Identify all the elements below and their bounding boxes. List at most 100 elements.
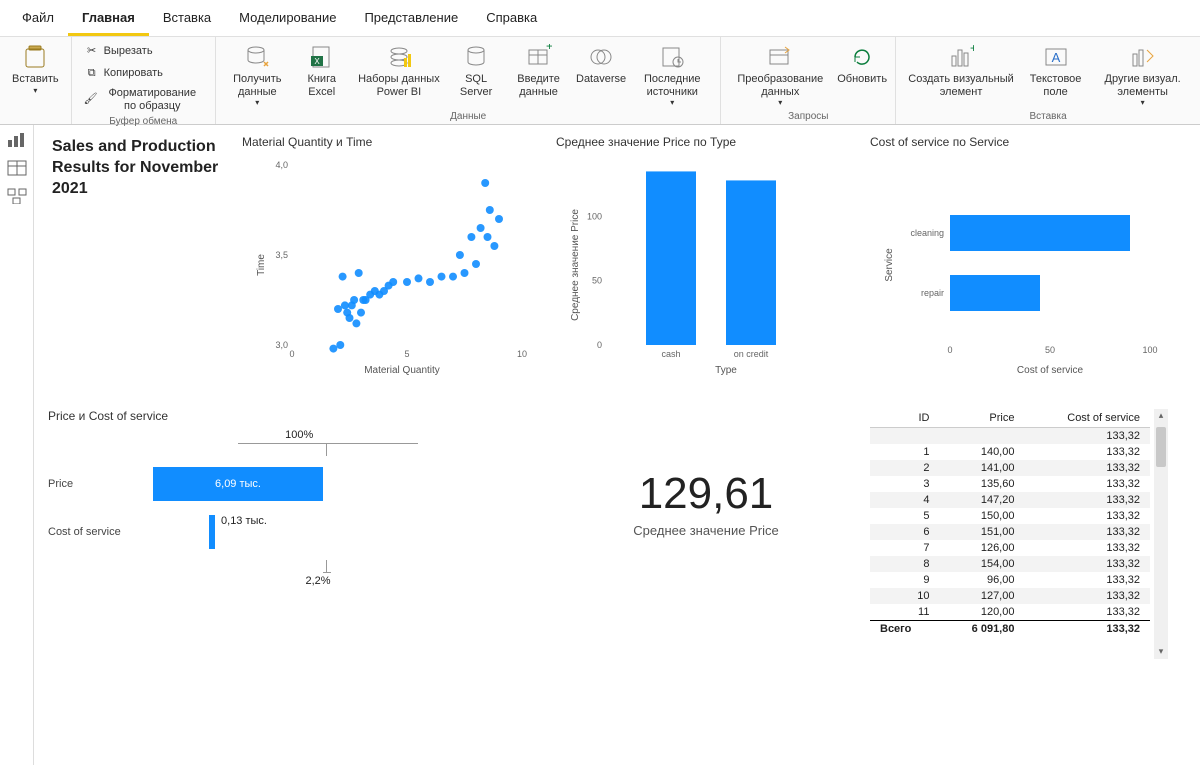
textbox-button[interactable]: A Текстовое поле — [1024, 41, 1087, 100]
new-visual-button[interactable]: + Создать визуальный элемент — [904, 41, 1018, 100]
copy-button[interactable]: ⧉ Копировать — [80, 63, 167, 83]
ribbon: Вставить ▾ ✂ Вырезать ⧉ Копировать 🖌 Фор… — [0, 37, 1200, 125]
funnel-bar-cost — [209, 515, 215, 549]
pbi-datasets-button[interactable]: Наборы данных Power BI — [353, 41, 445, 100]
ribbon-group-queries: Преобразование данных▾ Обновить Запросы — [721, 37, 896, 124]
table-row[interactable]: 11120,00133,32 — [870, 604, 1150, 621]
svg-text:0: 0 — [289, 349, 294, 359]
bar-service-visual[interactable]: Cost of service по Service Service Cost … — [870, 135, 1170, 395]
enter-data-button[interactable]: + Введите данные — [507, 41, 570, 100]
paste-label: Вставить — [12, 73, 59, 86]
scroll-up-icon[interactable]: ▴ — [1159, 409, 1164, 423]
funnel-label: Price — [48, 478, 143, 490]
table-row[interactable]: 1140,00133,32 — [870, 444, 1150, 460]
chart-title: Price и Cost of service — [48, 409, 542, 423]
svg-text:Cost of service: Cost of service — [1017, 365, 1084, 375]
report-view-button[interactable] — [6, 131, 28, 149]
chart-title: Material Quantity и Time — [242, 135, 542, 149]
paste-button[interactable]: Вставить ▾ — [8, 41, 63, 97]
excel-icon: X — [308, 43, 336, 71]
table-row[interactable]: 7126,00133,32 — [870, 540, 1150, 556]
svg-text:repair: repair — [921, 288, 944, 298]
scroll-thumb[interactable] — [1156, 427, 1166, 467]
get-data-button[interactable]: Получить данные▾ — [224, 41, 291, 109]
table-row[interactable]: 10127,00133,32 — [870, 588, 1150, 604]
table-plus-icon: + — [525, 43, 553, 71]
svg-text:Time: Time — [256, 254, 267, 276]
sql-server-button[interactable]: SQL Server — [451, 41, 501, 100]
svg-text:3,0: 3,0 — [275, 340, 288, 350]
table-row[interactable]: 133,32 — [870, 428, 1150, 445]
table-row[interactable]: 2141,00133,32 — [870, 460, 1150, 476]
col-cost[interactable]: Cost of service — [1024, 409, 1150, 428]
funnel-chart: 100% Price 6,09 тыс. Cost of service 0,1… — [48, 429, 542, 587]
recent-icon — [658, 43, 686, 71]
table-row[interactable]: 5150,00133,32 — [870, 508, 1150, 524]
table-scrollbar[interactable]: ▴ ▾ — [1154, 409, 1168, 659]
ribbon-group-insert: + Создать визуальный элемент A Текстовое… — [896, 37, 1200, 124]
bar-service-chart: Service Cost of service 050100cleaningre… — [870, 155, 1170, 375]
tab-modeling[interactable]: Моделирование — [225, 4, 350, 36]
table-row[interactable]: 996,00133,32 — [870, 572, 1150, 588]
svg-text:Material Quantity: Material Quantity — [364, 365, 440, 375]
tab-home[interactable]: Главная — [68, 4, 149, 36]
col-id[interactable]: ID — [870, 409, 939, 428]
page-title: Sales and Production Results for Novembe… — [48, 135, 228, 201]
svg-text:on credit: on credit — [734, 349, 769, 359]
svg-text:100: 100 — [1142, 345, 1157, 355]
dataverse-icon — [587, 43, 615, 71]
table-visual[interactable]: ID Price Cost of service 133,321140,0013… — [870, 409, 1170, 709]
tab-insert[interactable]: Вставка — [149, 4, 225, 36]
svg-text:X: X — [314, 57, 320, 66]
funnel-label: Cost of service — [48, 526, 143, 538]
ribbon-group-label — [8, 120, 63, 122]
sql-icon — [462, 43, 490, 71]
table-row[interactable]: 3135,60133,32 — [870, 476, 1150, 492]
svg-text:Type: Type — [715, 365, 737, 375]
tab-view[interactable]: Представление — [350, 4, 472, 36]
col-price[interactable]: Price — [939, 409, 1024, 428]
recent-sources-button[interactable]: Последние источники▾ — [632, 41, 712, 109]
view-switcher — [0, 125, 34, 765]
svg-text:A: A — [1051, 50, 1060, 65]
ribbon-group-label: Данные — [224, 109, 713, 122]
svg-text:cash: cash — [661, 349, 680, 359]
bar-type-visual[interactable]: Среднее значение Price по Type Среднее з… — [556, 135, 856, 395]
excel-button[interactable]: X Книга Excel — [297, 41, 347, 100]
workspace: Sales and Production Results for Novembe… — [0, 125, 1200, 765]
title-textbox[interactable]: Sales and Production Results for Novembe… — [48, 135, 228, 395]
tab-help[interactable]: Справка — [472, 4, 551, 36]
table-row[interactable]: 6151,00133,32 — [870, 524, 1150, 540]
scatter-visual[interactable]: Material Quantity и Time Time Material Q… — [242, 135, 542, 395]
data-view-button[interactable] — [6, 159, 28, 177]
transform-data-button[interactable]: Преобразование данных▾ — [729, 41, 831, 109]
refresh-button[interactable]: Обновить — [837, 41, 887, 88]
shapes-icon — [1129, 43, 1157, 71]
ribbon-group-label: Вставка — [904, 109, 1192, 122]
kpi-value: 129,61 — [556, 469, 856, 519]
scissors-icon: ✂ — [84, 43, 100, 59]
brush-icon: 🖌 — [84, 92, 98, 108]
chart-icon: + — [947, 43, 975, 71]
svg-text:5: 5 — [404, 349, 409, 359]
bar-type-chart: Среднее значение Price Type 050100cashon… — [556, 155, 856, 375]
chart-title: Среднее значение Price по Type — [556, 135, 856, 149]
more-visuals-button[interactable]: Другие визуал. элементы▾ — [1093, 41, 1192, 109]
cut-button[interactable]: ✂ Вырезать — [80, 41, 157, 61]
svg-text:3,5: 3,5 — [275, 250, 288, 260]
kpi-visual[interactable]: 129,61 Среднее значение Price — [556, 409, 856, 709]
report-canvas[interactable]: Sales and Production Results for Novembe… — [34, 125, 1200, 765]
table-row[interactable]: 4147,20133,32 — [870, 492, 1150, 508]
svg-text:Service: Service — [884, 248, 895, 282]
svg-text:0: 0 — [947, 345, 952, 355]
ribbon-group-paste: Вставить ▾ — [0, 37, 72, 124]
dataverse-button[interactable]: Dataverse — [576, 41, 626, 88]
tab-file[interactable]: Файл — [8, 4, 68, 36]
funnel-visual[interactable]: Price и Cost of service 100% Price 6,09 … — [48, 409, 542, 709]
table-row[interactable]: 8154,00133,32 — [870, 556, 1150, 572]
funnel-pct-bot: 2,2% — [228, 575, 408, 587]
model-view-button[interactable] — [6, 187, 28, 205]
menubar: Файл Главная Вставка Моделирование Предс… — [0, 0, 1200, 37]
scroll-down-icon[interactable]: ▾ — [1159, 645, 1164, 659]
format-painter-button[interactable]: 🖌 Форматирование по образцу — [80, 85, 207, 114]
